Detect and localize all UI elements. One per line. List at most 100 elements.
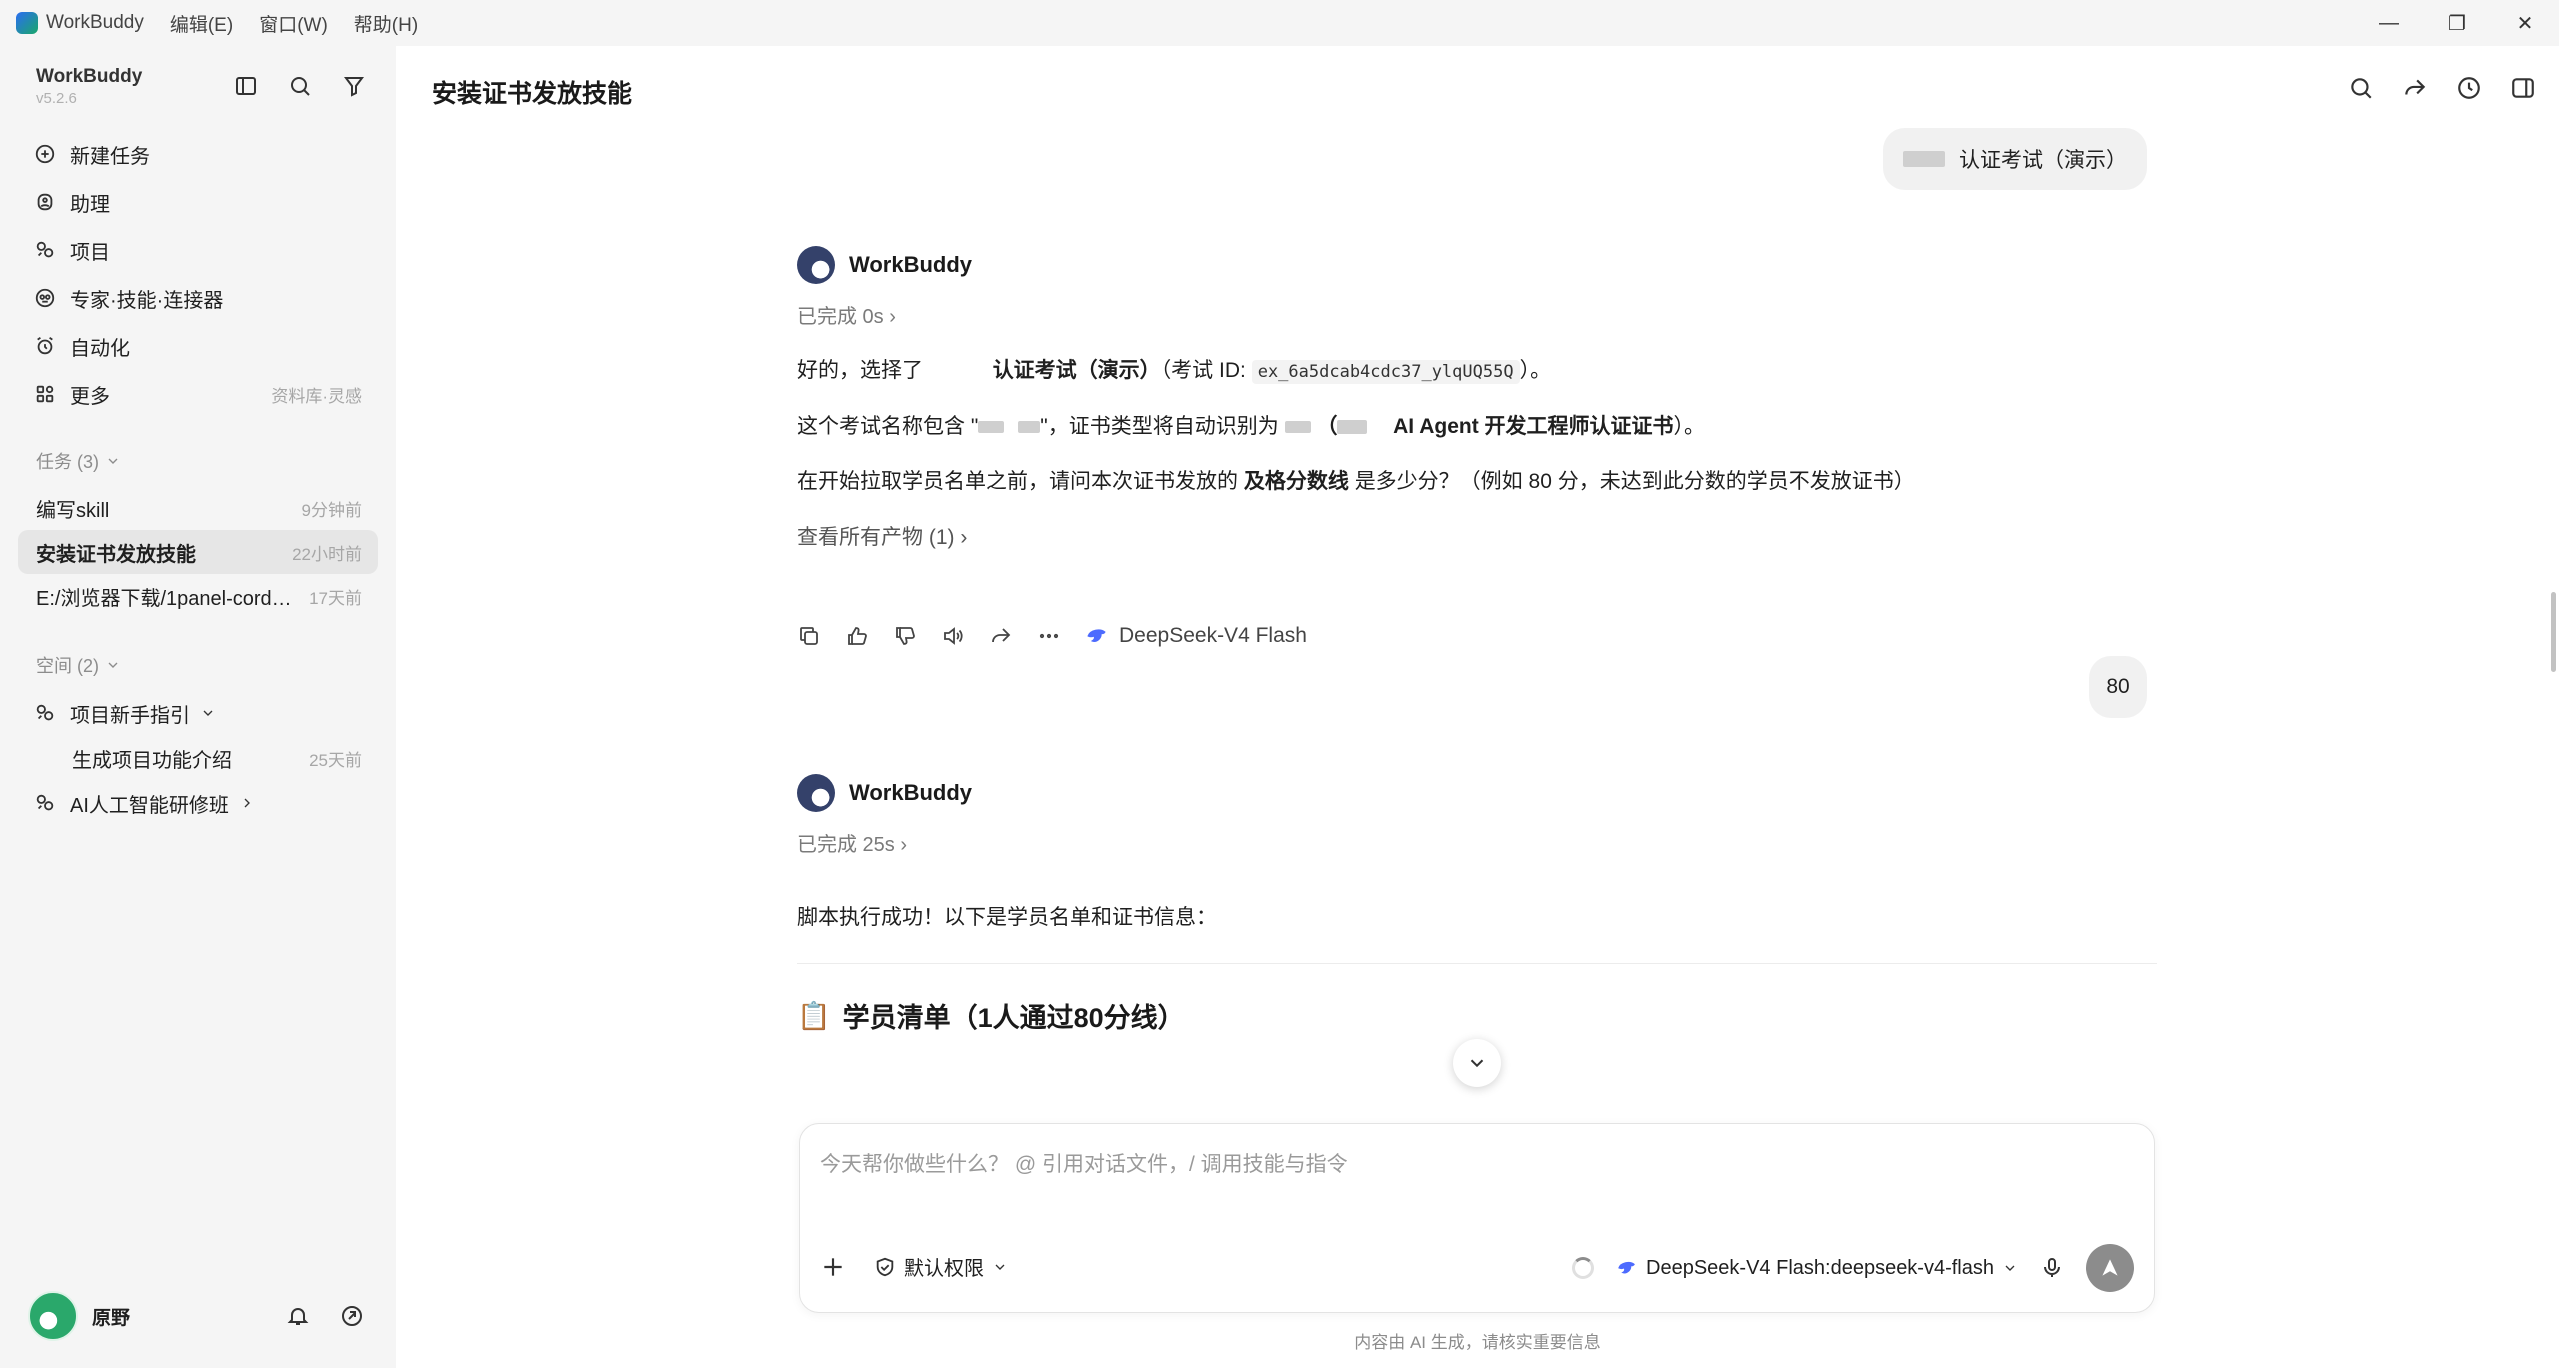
p1-pre: 好的，选择了 bbox=[797, 359, 923, 382]
plus-icon[interactable] bbox=[820, 1254, 846, 1280]
redacted-text bbox=[1903, 151, 1945, 167]
plus-circle-icon bbox=[35, 144, 55, 164]
message-input[interactable]: 今天帮你做些什么？ @ 引用对话文件，/ 调用技能与指令 bbox=[820, 1148, 1348, 1178]
composer: 今天帮你做些什么？ @ 引用对话文件，/ 调用技能与指令 默认权限 DeepSe… bbox=[799, 1123, 2155, 1313]
bell-icon[interactable] bbox=[282, 1300, 314, 1332]
completion-status[interactable]: 已完成 0s › bbox=[797, 300, 896, 329]
task-item[interactable]: 编写skill 9分钟前 bbox=[18, 486, 378, 530]
bot-avatar bbox=[797, 246, 835, 284]
artifacts-link[interactable]: 查看所有产物 (1) › bbox=[797, 521, 967, 551]
nav-new-task[interactable]: 新建任务 bbox=[18, 130, 378, 178]
user-name[interactable]: 原野 bbox=[92, 1303, 130, 1330]
menu-help[interactable]: 帮助(H) bbox=[354, 10, 418, 37]
more-icon[interactable] bbox=[1037, 624, 1061, 648]
search-icon[interactable] bbox=[284, 70, 316, 102]
exam-id-code: ex_6a5dcab4cdc37_ylqUQ55Q bbox=[1251, 360, 1520, 384]
redacted-text bbox=[978, 421, 1005, 434]
user-message-text: 80 bbox=[2106, 675, 2130, 698]
share-icon[interactable] bbox=[2399, 72, 2431, 104]
nav-label: 项目 bbox=[70, 241, 110, 264]
space-item-ai[interactable]: AI人工智能研修班 bbox=[18, 780, 378, 826]
search-icon[interactable] bbox=[2345, 72, 2377, 104]
filter-icon[interactable] bbox=[338, 70, 370, 102]
nav-automation[interactable]: 自动化 bbox=[18, 322, 378, 370]
divider bbox=[797, 963, 2157, 964]
nav-label: 更多 bbox=[70, 385, 110, 408]
share-icon[interactable] bbox=[989, 624, 1013, 648]
deepseek-whale-icon bbox=[1618, 1261, 1635, 1274]
send-button[interactable] bbox=[2086, 1244, 2134, 1292]
avatar[interactable] bbox=[28, 1291, 78, 1341]
alarm-clock-icon bbox=[37, 336, 53, 355]
nav-assistant[interactable]: 助理 bbox=[18, 178, 378, 226]
bot-name: WorkBuddy bbox=[849, 252, 973, 277]
p2-a: 这个考试名称包含 " bbox=[797, 415, 979, 438]
task-label: 安装证书发放技能 bbox=[36, 543, 196, 566]
panel-toggle-icon[interactable] bbox=[2507, 72, 2539, 104]
bot-header: WorkBuddy bbox=[797, 774, 972, 812]
loading-spinner-icon bbox=[1572, 1257, 1595, 1279]
space-item-guide[interactable]: 项目新手指引 bbox=[18, 690, 378, 736]
tasks-section-toggle[interactable]: 任务 (3) bbox=[36, 448, 121, 474]
artifacts-label: 查看所有产物 (1) bbox=[797, 526, 955, 549]
task-item[interactable]: E:/浏览器下载/1panel-cordy... 17天前 bbox=[18, 574, 378, 618]
space-sub-label: 生成项目功能介绍 bbox=[72, 749, 232, 772]
completion-label: 已完成 25s bbox=[797, 834, 895, 856]
space-subitem[interactable]: 生成项目功能介绍 25天前 bbox=[18, 736, 378, 780]
spaces-section-toggle[interactable]: 空间 (2) bbox=[36, 652, 121, 678]
minimize-button[interactable]: — bbox=[2355, 0, 2423, 46]
user-message-bubble: 认证考试（演示） bbox=[1883, 128, 2147, 190]
model-selector[interactable]: DeepSeek-V4 Flash:deepseek-v4-flash bbox=[1616, 1257, 2018, 1280]
permission-selector[interactable]: 默认权限 bbox=[874, 1252, 1008, 1281]
nav-expert-skills[interactable]: 专家·技能·连接器 bbox=[18, 274, 378, 322]
completion-status[interactable]: 已完成 25s › bbox=[797, 828, 907, 857]
restore-button[interactable]: ❐ bbox=[2423, 0, 2491, 46]
chevron-right-icon bbox=[244, 798, 250, 808]
model-selector-label: DeepSeek-V4 Flash:deepseek-v4-flash bbox=[1646, 1256, 1994, 1279]
task-label: 编写skill bbox=[36, 499, 110, 522]
copy-icon[interactable] bbox=[797, 624, 821, 648]
completion-label: 已完成 0s bbox=[797, 306, 884, 328]
link-icon[interactable] bbox=[336, 1300, 368, 1332]
chevron-right-icon: › bbox=[900, 834, 908, 856]
p2-end: ）。 bbox=[1673, 415, 1706, 438]
toggle-sidebar-icon[interactable] bbox=[230, 70, 262, 102]
thumbs-down-icon[interactable] bbox=[893, 624, 917, 648]
sidebar-nav: 新建任务 助理 项目 专家·技能·连接器 自动化 更多 资料库·灵感 bbox=[18, 130, 378, 418]
microphone-icon[interactable] bbox=[2040, 1256, 2064, 1280]
space-label: 项目新手指引 bbox=[70, 704, 190, 727]
p3-a: 在开始拉取学员名单之前，请问本次证书发放的 bbox=[797, 470, 1238, 493]
menu-edit[interactable]: 编辑(E) bbox=[170, 10, 233, 37]
p1-end: ）。 bbox=[1519, 359, 1552, 382]
chevron-down-icon bbox=[2005, 1265, 2015, 1271]
scrollbar[interactable] bbox=[2545, 130, 2559, 1160]
user-tools bbox=[282, 1300, 368, 1332]
scroll-to-bottom-button[interactable] bbox=[1453, 1039, 1501, 1087]
deepseek-whale-icon bbox=[1087, 629, 1106, 642]
version-label: v5.2.6 bbox=[36, 90, 77, 107]
task-label: E:/浏览器下载/1panel-cordy... bbox=[36, 587, 296, 610]
nav-label: 新建任务 bbox=[70, 145, 150, 168]
task-time: 9分钟前 bbox=[301, 500, 362, 520]
expert-icon bbox=[35, 288, 55, 308]
scrollbar-thumb[interactable] bbox=[2551, 592, 2556, 672]
thumbs-up-icon[interactable] bbox=[845, 624, 869, 648]
close-button[interactable]: ✕ bbox=[2491, 0, 2559, 46]
history-icon[interactable] bbox=[2453, 72, 2485, 104]
task-item-active[interactable]: 安装证书发放技能 22小时前 bbox=[18, 530, 378, 574]
app-name: WorkBuddy bbox=[46, 12, 144, 33]
bot-header: WorkBuddy bbox=[797, 246, 972, 284]
project-icon bbox=[36, 241, 54, 258]
space-label: AI人工智能研修班 bbox=[70, 794, 229, 817]
menu-window[interactable]: 窗口(W) bbox=[259, 10, 328, 37]
spaces-section-label: 空间 (2) bbox=[36, 656, 99, 676]
nav-project[interactable]: 项目 bbox=[18, 226, 378, 274]
model-name: DeepSeek-V4 Flash bbox=[1119, 624, 1307, 647]
permission-label: 默认权限 bbox=[904, 1258, 984, 1280]
nav-more[interactable]: 更多 资料库·灵感 bbox=[18, 370, 378, 418]
task-time: 17天前 bbox=[309, 588, 362, 608]
p1-mid: （考试 ID: bbox=[1160, 359, 1246, 382]
speaker-icon[interactable] bbox=[941, 624, 965, 648]
chevron-down-icon bbox=[995, 1264, 1005, 1270]
app-logo-icon bbox=[16, 12, 38, 34]
